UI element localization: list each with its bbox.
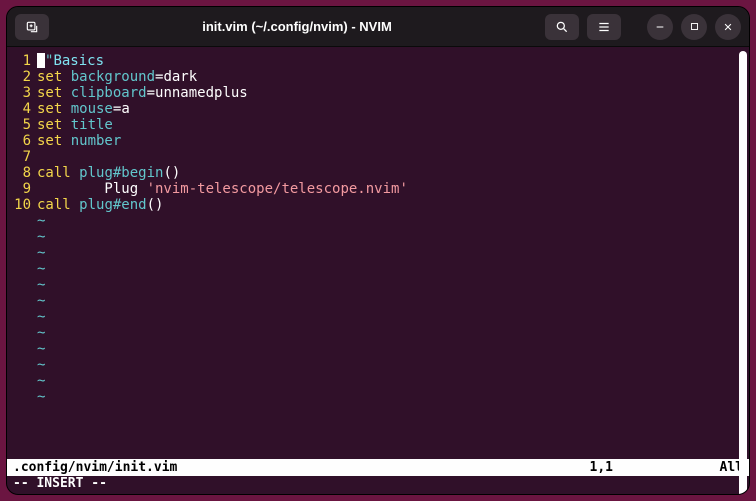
code-content[interactable]: "Basics set background=dark set clipboar…: [37, 53, 749, 459]
scrollbar[interactable]: [739, 51, 747, 495]
terminal-window: init.vim (~/.config/nvim) - NVIM 1 2 3 4…: [6, 6, 750, 495]
line-number-gutter: 1 2 3 4 5 6 7 8 9 10: [7, 53, 37, 459]
cursor: [37, 53, 45, 68]
window-title: init.vim (~/.config/nvim) - NVIM: [57, 19, 537, 34]
maximize-button[interactable]: [681, 14, 707, 40]
titlebar: init.vim (~/.config/nvim) - NVIM: [7, 7, 749, 47]
search-button[interactable]: [545, 14, 579, 40]
editor-area[interactable]: 1 2 3 4 5 6 7 8 9 10 "Basics set backgro…: [7, 47, 749, 459]
close-button[interactable]: [715, 14, 741, 40]
status-position: 1,1: [590, 460, 720, 475]
status-file: .config/nvim/init.vim: [13, 460, 590, 475]
new-tab-button[interactable]: [15, 14, 49, 40]
status-bar: .config/nvim/init.vim 1,1 All: [7, 459, 749, 476]
mode-line: -- INSERT --: [7, 476, 749, 494]
minimize-button[interactable]: [647, 14, 673, 40]
menu-button[interactable]: [587, 14, 621, 40]
